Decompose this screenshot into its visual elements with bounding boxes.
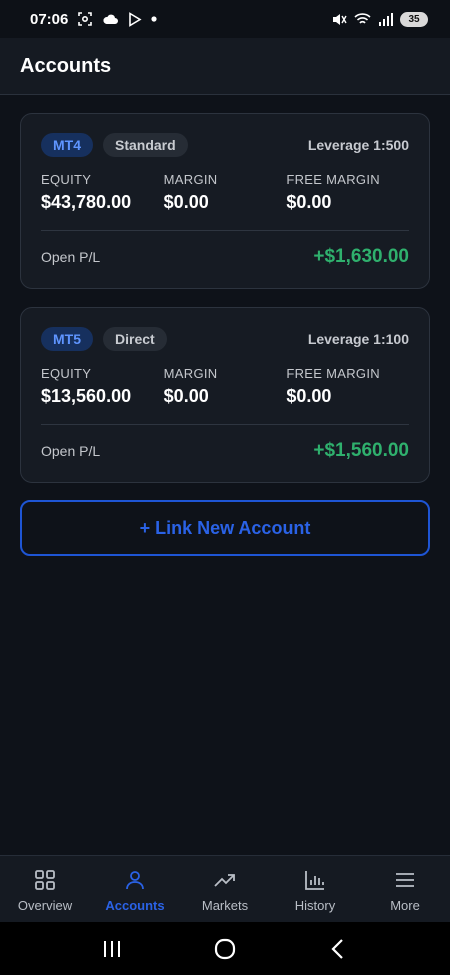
battery-icon: 35: [400, 11, 428, 27]
metrics-row: EQUITY $13,560.00 MARGIN $0.00 FREE MARG…: [41, 366, 409, 407]
margin-metric: MARGIN $0.00: [164, 366, 287, 407]
open-pl-label: Open P/L: [41, 443, 101, 459]
status-time: 07:06: [30, 10, 69, 28]
open-pl-row: Open P/L +$1,630.00: [41, 242, 409, 272]
back-icon: [331, 938, 344, 959]
nav-item-more[interactable]: More: [360, 856, 450, 923]
open-pl-row: Open P/L +$1,560.00: [41, 436, 409, 466]
nav-label-accounts: Accounts: [105, 898, 165, 913]
page-title: Accounts: [20, 54, 112, 77]
back-button[interactable]: [318, 929, 358, 969]
account-type-badge: Direct: [103, 327, 167, 351]
mute-icon: [332, 12, 347, 27]
wifi-icon: [354, 12, 371, 26]
free-margin-value: $0.00: [286, 192, 332, 212]
play-icon: [128, 11, 142, 27]
nav-item-history[interactable]: History: [270, 856, 360, 923]
card-divider: [41, 424, 409, 425]
equity-label: EQUITY: [41, 366, 92, 381]
home-button[interactable]: [205, 929, 245, 969]
leverage-label: Leverage 1:500: [307, 137, 409, 153]
system-nav-bar: [0, 922, 450, 975]
platform-badge: MT4: [41, 133, 93, 157]
nav-label-markets: Markets: [201, 898, 249, 913]
equity-label: EQUITY: [41, 172, 92, 187]
recent-apps-icon: [103, 940, 120, 957]
menu-icon: [396, 873, 414, 887]
status-bar: 07:06 35: [0, 0, 450, 38]
nav-item-accounts[interactable]: Accounts: [90, 856, 180, 923]
platform-badge: MT5: [41, 327, 93, 351]
cloud-icon: [102, 12, 119, 26]
accounts-screen: 07:06 35 Accounts MT4 Standard Leverage …: [0, 0, 450, 975]
free-margin-value: $0.00: [286, 386, 332, 406]
free-margin-metric: FREE MARGIN $0.00: [286, 172, 409, 213]
nav-item-markets[interactable]: Markets: [180, 856, 270, 923]
home-icon: [214, 938, 236, 959]
nav-label-history: History: [294, 898, 336, 913]
bar-chart-icon: [305, 871, 324, 890]
bottom-nav: Overview Accounts Markets History More: [0, 855, 450, 922]
account-card-mt5[interactable]: MT5 Direct Leverage 1:100 EQUITY $13,560…: [20, 307, 430, 483]
open-pl-value: +$1,630.00: [313, 246, 409, 267]
open-pl-value: +$1,560.00: [313, 440, 409, 461]
account-type-badge: Standard: [103, 133, 188, 157]
equity-value: $43,780.00: [41, 192, 132, 212]
margin-label: MARGIN: [163, 172, 218, 187]
nav-item-overview[interactable]: Overview: [0, 856, 90, 923]
signal-icon: [378, 12, 393, 26]
metrics-row: EQUITY $43,780.00 MARGIN $0.00 FREE MARG…: [41, 172, 409, 213]
nav-label-overview: Overview: [17, 898, 73, 913]
open-pl-label: Open P/L: [41, 249, 101, 265]
equity-metric: EQUITY $43,780.00: [41, 172, 164, 213]
equity-value: $13,560.00: [41, 386, 132, 406]
app-header: Accounts: [0, 38, 450, 95]
leverage-label: Leverage 1:100: [307, 331, 409, 347]
margin-metric: MARGIN $0.00: [164, 172, 287, 213]
trending-up-icon: [214, 874, 235, 887]
free-margin-label: FREE MARGIN: [286, 172, 380, 187]
link-new-account-button[interactable]: + Link New Account: [20, 500, 430, 556]
recent-apps-button[interactable]: [92, 929, 132, 969]
free-margin-metric: FREE MARGIN $0.00: [286, 366, 409, 407]
grid-icon: [35, 870, 55, 890]
equity-metric: EQUITY $13,560.00: [41, 366, 164, 407]
margin-label: MARGIN: [163, 366, 218, 381]
screenshot-icon: [77, 11, 93, 27]
account-card-mt4[interactable]: MT4 Standard Leverage 1:500 EQUITY $43,7…: [20, 113, 430, 289]
nav-label-more: More: [390, 898, 420, 913]
margin-value: $0.00: [163, 386, 209, 406]
card-divider: [41, 230, 409, 231]
free-margin-label: FREE MARGIN: [286, 366, 380, 381]
dot-icon: [151, 16, 157, 22]
margin-value: $0.00: [163, 192, 209, 212]
user-icon: [126, 871, 144, 890]
